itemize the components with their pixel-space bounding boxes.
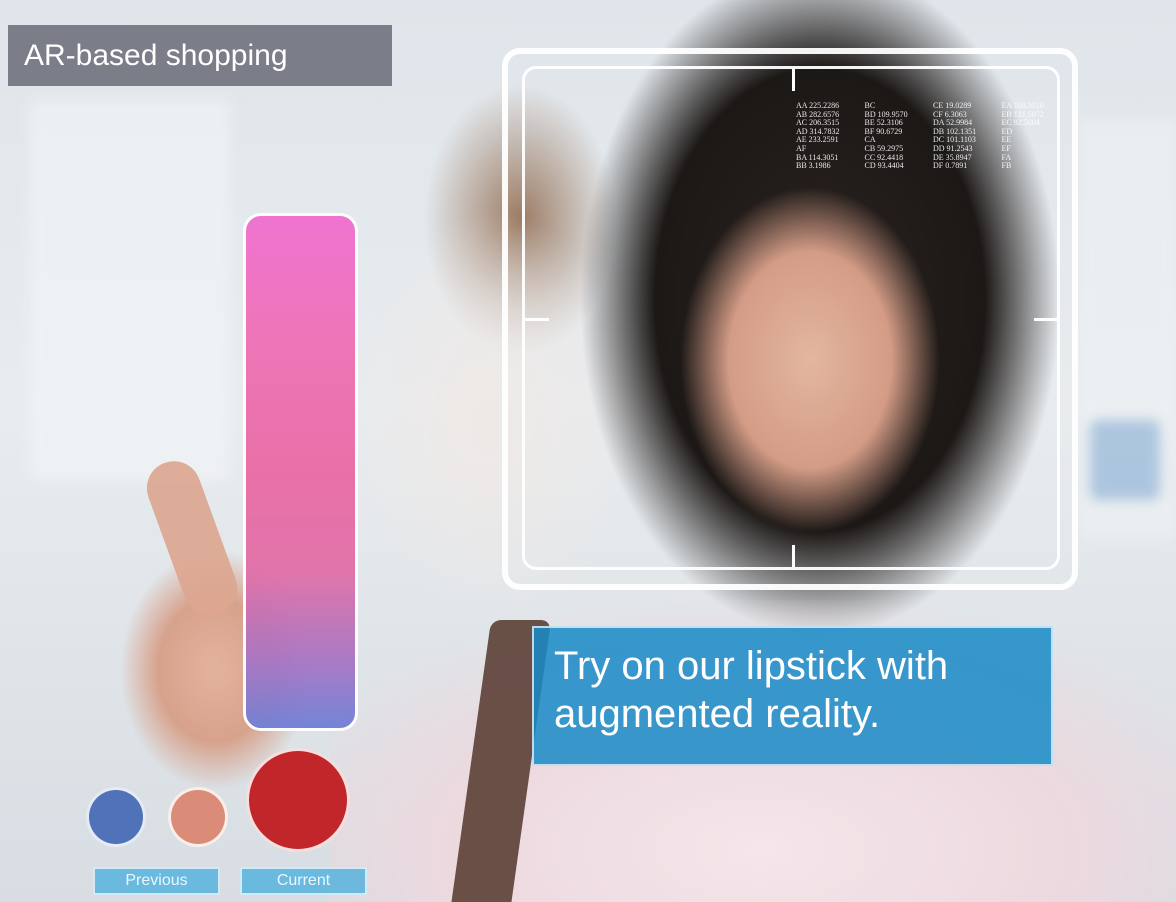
crosshair-left bbox=[525, 318, 549, 321]
lipstick-color-selector[interactable] bbox=[243, 213, 358, 731]
page-title: AR-based shopping bbox=[24, 38, 288, 72]
ar-caption-box: Try on our lipstick with augmented reali… bbox=[532, 626, 1053, 766]
readout-value: FB bbox=[1001, 161, 1012, 171]
background-shelf bbox=[30, 100, 230, 480]
current-label[interactable]: Current bbox=[240, 867, 367, 895]
swatch-previous-coral[interactable] bbox=[168, 787, 228, 847]
swatch-current-red[interactable] bbox=[246, 748, 350, 852]
crosshair-bottom bbox=[792, 545, 795, 567]
readout-value: DF 0.7891 bbox=[933, 161, 968, 171]
background-product bbox=[1090, 420, 1160, 500]
ar-scene: AR-based shopping AA 225.2286 BC CE 19.028… bbox=[0, 0, 1176, 902]
caption-line-1: Try on our lipstick with bbox=[554, 644, 949, 688]
caption-line-2: augmented reality. bbox=[554, 692, 881, 736]
caption-text: Try on our lipstick with augmented reali… bbox=[554, 642, 948, 738]
readout-value: BB 3.1986 bbox=[796, 161, 831, 171]
title-banner: AR-based shopping bbox=[8, 25, 392, 86]
scan-readout: AA 225.2286 BC CE 19.0289 EA 108.3510 AB 282… bbox=[796, 101, 1064, 171]
crosshair-right bbox=[1034, 318, 1058, 321]
crosshair-top bbox=[792, 69, 795, 91]
previous-label[interactable]: Previous bbox=[93, 867, 220, 895]
readout-value: CD 93.4404 bbox=[864, 161, 904, 171]
swatch-previous-blue[interactable] bbox=[86, 787, 146, 847]
